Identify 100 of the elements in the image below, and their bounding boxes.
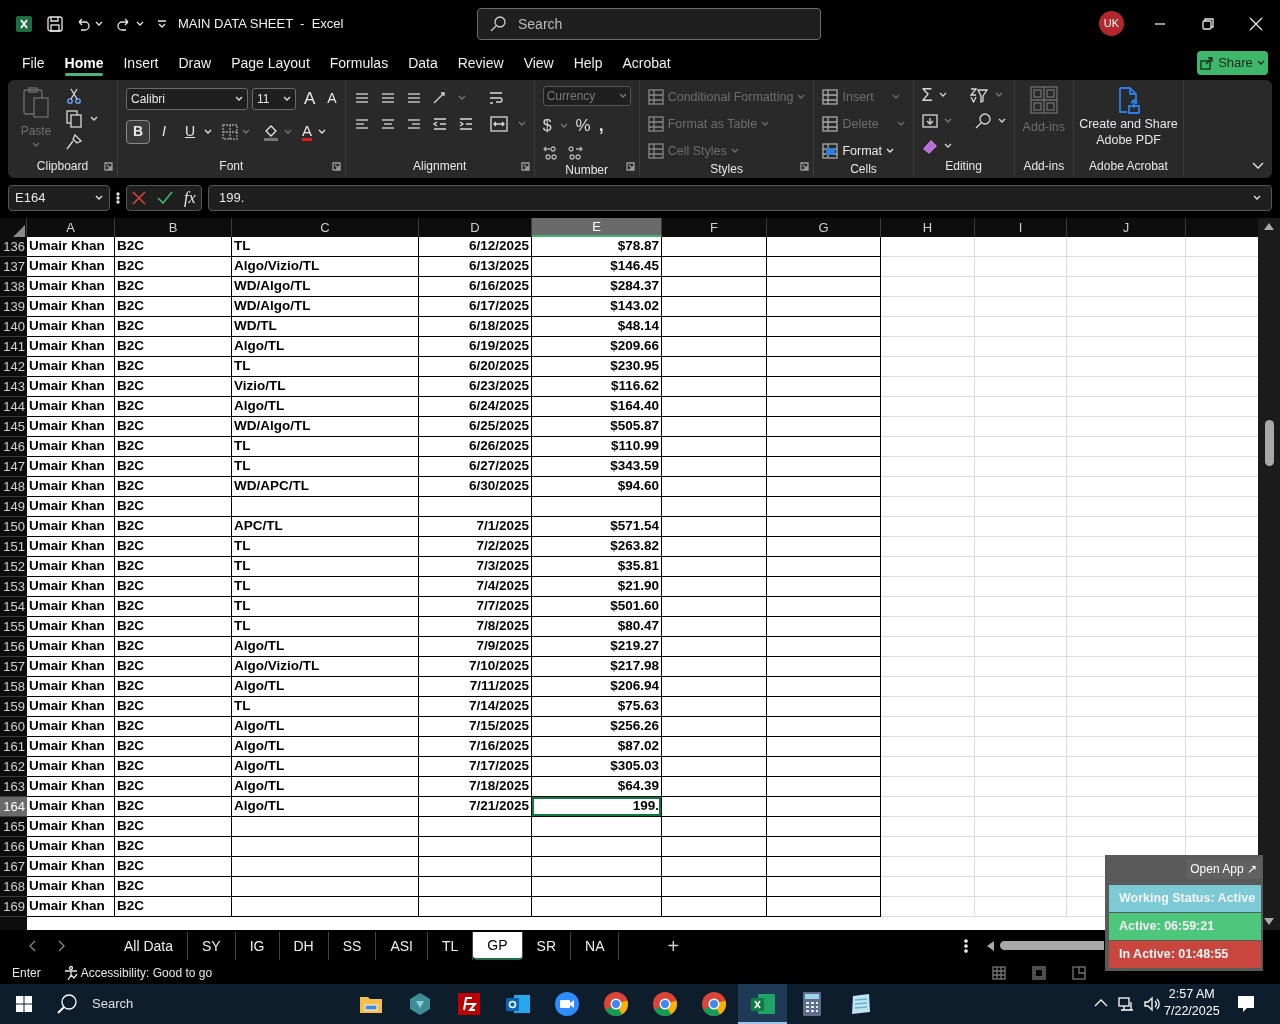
row-header[interactable]: 142 bbox=[0, 357, 27, 377]
row-header[interactable]: 143 bbox=[0, 377, 27, 397]
more-options-icon[interactable] bbox=[964, 939, 968, 953]
font-size-select[interactable]: 11 bbox=[252, 87, 296, 110]
font-color-button[interactable]: A bbox=[302, 122, 312, 141]
cut-icon[interactable] bbox=[66, 88, 82, 104]
row-header[interactable]: 168 bbox=[0, 877, 27, 897]
clock-time[interactable]: 2:57 AM bbox=[1168, 986, 1215, 1003]
ribbon-tab[interactable]: Home bbox=[54, 48, 114, 78]
share-icon[interactable] bbox=[1200, 56, 1215, 70]
row-header[interactable]: 150 bbox=[0, 517, 27, 537]
text-style-button[interactable]: B bbox=[126, 119, 150, 144]
wrap-text-icon[interactable] bbox=[487, 90, 504, 106]
ribbon-tab[interactable]: View bbox=[513, 48, 564, 78]
enter-icon[interactable] bbox=[157, 191, 174, 205]
orientation-icon[interactable] bbox=[431, 91, 448, 105]
row-header[interactable]: 158 bbox=[0, 677, 27, 697]
collapse-ribbon-icon[interactable] bbox=[1252, 162, 1264, 170]
paste-icon[interactable] bbox=[21, 86, 51, 120]
dialog-launcher-icon[interactable] bbox=[520, 162, 530, 171]
column-header[interactable]: E bbox=[532, 218, 662, 237]
horizontal-scrollbar-thumb[interactable] bbox=[1000, 941, 1104, 950]
accessibility-icon[interactable] bbox=[62, 965, 79, 981]
row-header[interactable]: 165 bbox=[0, 817, 27, 837]
insert-function-button[interactable]: fx bbox=[184, 186, 196, 210]
merge-center-icon[interactable] bbox=[489, 116, 508, 132]
row-header[interactable]: 159 bbox=[0, 697, 27, 717]
dialog-launcher-icon[interactable] bbox=[800, 162, 810, 171]
format-painter-icon[interactable] bbox=[66, 134, 82, 150]
ribbon-tab[interactable]: Data bbox=[398, 48, 448, 78]
text-style-button[interactable]: U bbox=[178, 119, 202, 144]
column-header[interactable]: C bbox=[232, 218, 419, 237]
row-header[interactable]: 163 bbox=[0, 777, 27, 797]
decrease-decimal-icon[interactable] bbox=[566, 145, 583, 161]
sort-filter-icon[interactable] bbox=[968, 87, 989, 103]
scroll-up-icon[interactable] bbox=[1264, 222, 1274, 230]
row-header[interactable]: 153 bbox=[0, 577, 27, 597]
column-header[interactable]: H bbox=[881, 218, 975, 237]
browser-icon[interactable] bbox=[700, 991, 727, 1017]
row-header[interactable]: 152 bbox=[0, 557, 27, 577]
sheet-tab[interactable]: ASI bbox=[376, 932, 428, 960]
column-header[interactable]: B bbox=[115, 218, 232, 237]
row-header[interactable]: 141 bbox=[0, 337, 27, 357]
align-middle-icon[interactable] bbox=[379, 91, 396, 105]
row-header[interactable]: 154 bbox=[0, 597, 27, 617]
row-header[interactable]: 144 bbox=[0, 397, 27, 417]
more-options-icon[interactable] bbox=[116, 191, 120, 205]
sheet-tab[interactable]: SS bbox=[328, 932, 377, 960]
vertical-scrollbar[interactable] bbox=[1258, 218, 1280, 930]
row-header[interactable]: 139 bbox=[0, 297, 27, 317]
sheet-tab[interactable]: GP bbox=[473, 932, 523, 960]
clock-date[interactable]: 7/22/2025 bbox=[1164, 1003, 1220, 1020]
font-family-select[interactable]: Calibri bbox=[126, 87, 248, 110]
row-header[interactable]: 169 bbox=[0, 897, 27, 917]
currency-button[interactable]: $ bbox=[542, 113, 552, 138]
ribbon-tab[interactable]: Formulas bbox=[319, 48, 399, 78]
fill-icon[interactable] bbox=[921, 113, 938, 129]
row-header[interactable]: 156 bbox=[0, 637, 27, 657]
vertical-scrollbar-thumb[interactable] bbox=[1264, 420, 1274, 466]
column-header[interactable]: A bbox=[27, 218, 115, 237]
grow-font-button[interactable]: A bbox=[304, 86, 316, 112]
find-icon[interactable] bbox=[973, 112, 992, 130]
sheet-tab[interactable]: DH bbox=[279, 932, 329, 960]
row-header[interactable]: 162 bbox=[0, 757, 27, 777]
spreadsheet-app-icon[interactable] bbox=[749, 992, 776, 1016]
next-sheet-icon[interactable] bbox=[58, 940, 66, 952]
row-header[interactable]: 140 bbox=[0, 317, 27, 337]
dialog-launcher-icon[interactable] bbox=[625, 162, 635, 171]
browser-icon[interactable] bbox=[651, 991, 678, 1017]
row-header[interactable]: 164 bbox=[0, 797, 27, 817]
notifications-icon[interactable] bbox=[1237, 995, 1255, 1013]
cancel-icon[interactable] bbox=[132, 191, 147, 205]
outlook-icon[interactable] bbox=[504, 992, 531, 1016]
normal-view-icon[interactable] bbox=[992, 966, 1006, 980]
sheet-tab[interactable]: All Data bbox=[110, 932, 189, 960]
page-break-view-icon[interactable] bbox=[1072, 966, 1086, 980]
caret-icon[interactable] bbox=[1256, 60, 1265, 66]
search-icon[interactable] bbox=[489, 15, 507, 33]
align-bottom-icon[interactable] bbox=[405, 91, 422, 105]
save-icon[interactable] bbox=[46, 15, 64, 33]
column-header[interactable]: F bbox=[662, 218, 767, 237]
copy-icon[interactable] bbox=[66, 110, 82, 128]
cells-command[interactable]: Format bbox=[822, 141, 905, 161]
network-icon[interactable] bbox=[1118, 996, 1134, 1012]
borders-icon[interactable] bbox=[222, 123, 238, 140]
row-header[interactable]: 166 bbox=[0, 837, 27, 857]
dialog-launcher-icon[interactable] bbox=[331, 162, 341, 171]
row-header[interactable]: 149 bbox=[0, 497, 27, 517]
taskbar-button[interactable] bbox=[738, 984, 787, 1024]
add-sheet-button[interactable]: + bbox=[667, 931, 680, 961]
calculator-icon[interactable] bbox=[801, 991, 822, 1017]
close-icon[interactable] bbox=[1249, 17, 1263, 31]
column-header[interactable]: I bbox=[975, 218, 1067, 237]
align-center-icon[interactable] bbox=[379, 117, 396, 131]
formula-input[interactable]: 199. bbox=[208, 185, 1272, 211]
customize-icon[interactable] bbox=[156, 18, 168, 30]
sheet-tab[interactable]: IG bbox=[235, 932, 280, 960]
shrink-font-button[interactable]: A bbox=[327, 88, 337, 110]
accessibility-status[interactable]: Accessibility: Good to go bbox=[62, 964, 213, 982]
row-header[interactable]: 161 bbox=[0, 737, 27, 757]
